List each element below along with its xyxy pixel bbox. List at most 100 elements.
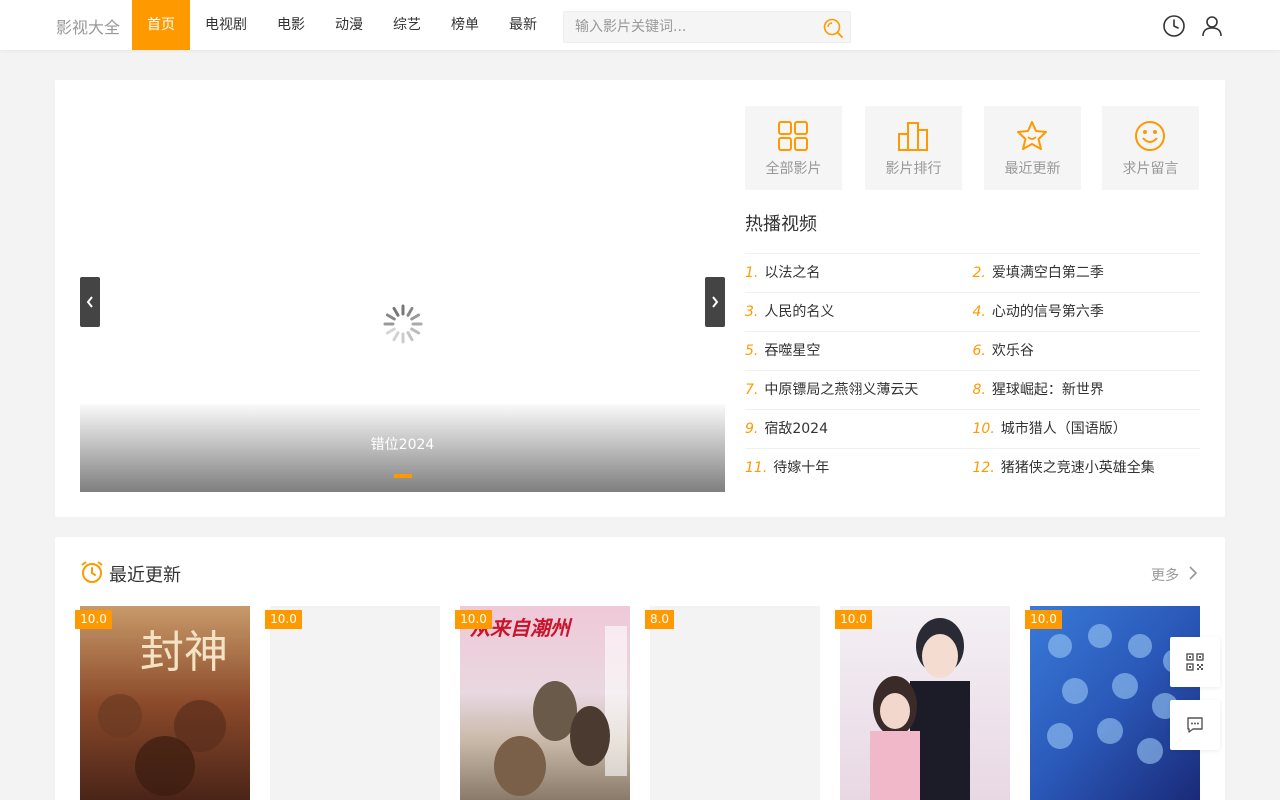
alarm-clock-icon — [80, 560, 104, 584]
movie-card[interactable] — [270, 606, 440, 800]
site-logo[interactable]: 影视大全 — [56, 14, 120, 38]
poster-title-art: 封神 — [140, 627, 228, 678]
featured-panel: 错位2024 全部影片 影片排行 最近更新 求片留言 热播视频 1. 以法之名 2… — [55, 80, 1225, 517]
rank-number: 12. — [972, 460, 995, 476]
rank-number: 6. — [972, 343, 986, 359]
score-badge: 10.0 — [75, 610, 112, 629]
search-box — [563, 11, 851, 43]
hot-item[interactable]: 11. 待嫁十年 — [745, 449, 973, 488]
rank-number: 2. — [972, 265, 986, 281]
rank-number: 1. — [745, 265, 759, 281]
quick-link-request[interactable]: 求片留言 — [1102, 106, 1199, 190]
message-button[interactable] — [1170, 700, 1220, 750]
grid-icon — [778, 121, 808, 151]
banner-slider[interactable]: 错位2024 — [80, 105, 725, 492]
hot-item-title: 待嫁十年 — [773, 460, 830, 476]
score-badge: 10.0 — [455, 610, 492, 629]
hot-item[interactable]: 6. 欢乐谷 — [973, 332, 1201, 371]
hot-item[interactable]: 9. 宿敌2024 — [745, 410, 973, 449]
top-header: 影视大全 首页 电视剧 电影 动漫 综艺 榜单 最新 — [0, 0, 1280, 50]
hot-item[interactable]: 3. 人民的名义 — [745, 293, 973, 332]
rank-number: 10. — [972, 421, 995, 437]
hot-videos-title: 热播视频 — [745, 214, 817, 235]
quick-link-label: 最近更新 — [1004, 161, 1061, 177]
nav-item-variety[interactable]: 综艺 — [378, 0, 436, 50]
quick-link-label: 求片留言 — [1122, 161, 1179, 177]
hot-item-title: 宿敌2024 — [764, 421, 828, 437]
quick-link-label: 全部影片 — [765, 161, 822, 177]
chevron-right-icon[interactable] — [1187, 565, 1199, 581]
hot-item[interactable]: 7. 中原镖局之燕翎义薄云天 — [745, 371, 973, 410]
rank-number: 7. — [745, 382, 759, 398]
bar-chart-icon — [898, 122, 928, 151]
rank-number: 8. — [972, 382, 986, 398]
slider-next-button[interactable] — [705, 277, 725, 327]
hot-item-title: 爱填满空白第二季 — [991, 265, 1104, 281]
nav-item-home[interactable]: 首页 — [132, 0, 190, 50]
section-title: 最近更新 — [109, 565, 181, 586]
slider-prev-button[interactable] — [80, 277, 100, 327]
hot-row: 5. 吞噬星空 6. 欢乐谷 — [745, 331, 1200, 370]
movie-card[interactable] — [840, 606, 1010, 800]
score-badge: 10.0 — [835, 610, 872, 629]
nav-item-tv[interactable]: 电视剧 — [190, 0, 262, 50]
nav-item-movie[interactable]: 电影 — [262, 0, 320, 50]
movie-card[interactable]: 从来自潮州 — [460, 606, 630, 800]
hot-item[interactable]: 4. 心动的信号第六季 — [973, 293, 1201, 332]
hot-item[interactable]: 10. 城市猎人（国语版） — [973, 410, 1201, 449]
hot-item[interactable]: 1. 以法之名 — [745, 254, 973, 293]
rank-number: 5. — [745, 343, 759, 359]
quick-link-all-movies[interactable]: 全部影片 — [745, 106, 842, 190]
slide-indicator-dot[interactable] — [394, 474, 412, 478]
hot-item-title: 猪猪侠之竞速小英雄全集 — [1000, 460, 1155, 476]
movie-poster — [840, 606, 1010, 800]
user-icon[interactable] — [1200, 14, 1224, 38]
nav-item-anime[interactable]: 动漫 — [320, 0, 378, 50]
hot-item-title: 中原镖局之燕翎义薄云天 — [764, 382, 919, 398]
chevron-left-icon — [86, 296, 93, 308]
chevron-right-icon — [712, 296, 719, 308]
hot-item-title: 吞噬星空 — [764, 343, 821, 359]
rank-number: 9. — [745, 421, 759, 437]
rank-number: 4. — [972, 304, 986, 320]
hot-item[interactable]: 12. 猪猪侠之竞速小英雄全集 — [973, 449, 1201, 488]
rank-number: 3. — [745, 304, 759, 320]
slide-caption: 错位2024 — [80, 404, 725, 492]
hot-videos-list: 1. 以法之名 2. 爱填满空白第二季 3. 人民的名义 4. 心动的信号第六季 5. 吞… — [745, 253, 1200, 487]
hot-row: 1. 以法之名 2. 爱填满空白第二季 — [745, 253, 1200, 292]
hot-item-title: 人民的名义 — [764, 304, 835, 320]
slide-title[interactable]: 错位2024 — [80, 434, 725, 454]
hot-row: 11. 待嫁十年 12. 猪猪侠之竞速小英雄全集 — [745, 448, 1200, 487]
more-link[interactable]: 更多 — [1151, 565, 1179, 585]
message-icon — [1187, 717, 1203, 733]
history-clock-icon[interactable] — [1162, 14, 1186, 38]
hot-item[interactable]: 2. 爱填满空白第二季 — [973, 254, 1201, 293]
hot-item[interactable]: 8. 猩球崛起：新世界 — [973, 371, 1201, 410]
qr-code-button[interactable] — [1170, 637, 1220, 687]
score-badge: 10.0 — [1025, 610, 1062, 629]
score-badge: 8.0 — [645, 610, 674, 629]
hot-item-title: 心动的信号第六季 — [991, 304, 1104, 320]
qr-code-icon — [1186, 653, 1204, 671]
hot-row: 3. 人民的名义 4. 心动的信号第六季 — [745, 292, 1200, 331]
search-icon[interactable] — [822, 16, 846, 40]
loading-spinner-icon — [382, 303, 424, 345]
hot-item-title: 猩球崛起：新世界 — [991, 382, 1104, 398]
rank-number: 11. — [745, 460, 768, 476]
hot-row: 7. 中原镖局之燕翎义薄云天 8. 猩球崛起：新世界 — [745, 370, 1200, 409]
nav-item-latest[interactable]: 最新 — [494, 0, 552, 50]
quick-link-label: 影片排行 — [885, 161, 942, 177]
star-icon — [1017, 121, 1047, 150]
hot-item-title: 欢乐谷 — [991, 343, 1034, 359]
movie-card[interactable] — [650, 606, 820, 800]
search-input[interactable] — [564, 12, 814, 42]
hot-item-title: 城市猎人（国语版） — [1000, 421, 1127, 437]
movie-card[interactable]: 封神 — [80, 606, 250, 800]
quick-link-recent[interactable]: 最近更新 — [984, 106, 1081, 190]
hot-row: 9. 宿敌2024 10. 城市猎人（国语版） — [745, 409, 1200, 448]
nav-item-ranking[interactable]: 榜单 — [436, 0, 494, 50]
smile-icon — [1135, 121, 1165, 151]
quick-link-ranking[interactable]: 影片排行 — [865, 106, 962, 190]
main-nav: 首页 电视剧 电影 动漫 综艺 榜单 最新 — [132, 0, 552, 50]
hot-item[interactable]: 5. 吞噬星空 — [745, 332, 973, 371]
